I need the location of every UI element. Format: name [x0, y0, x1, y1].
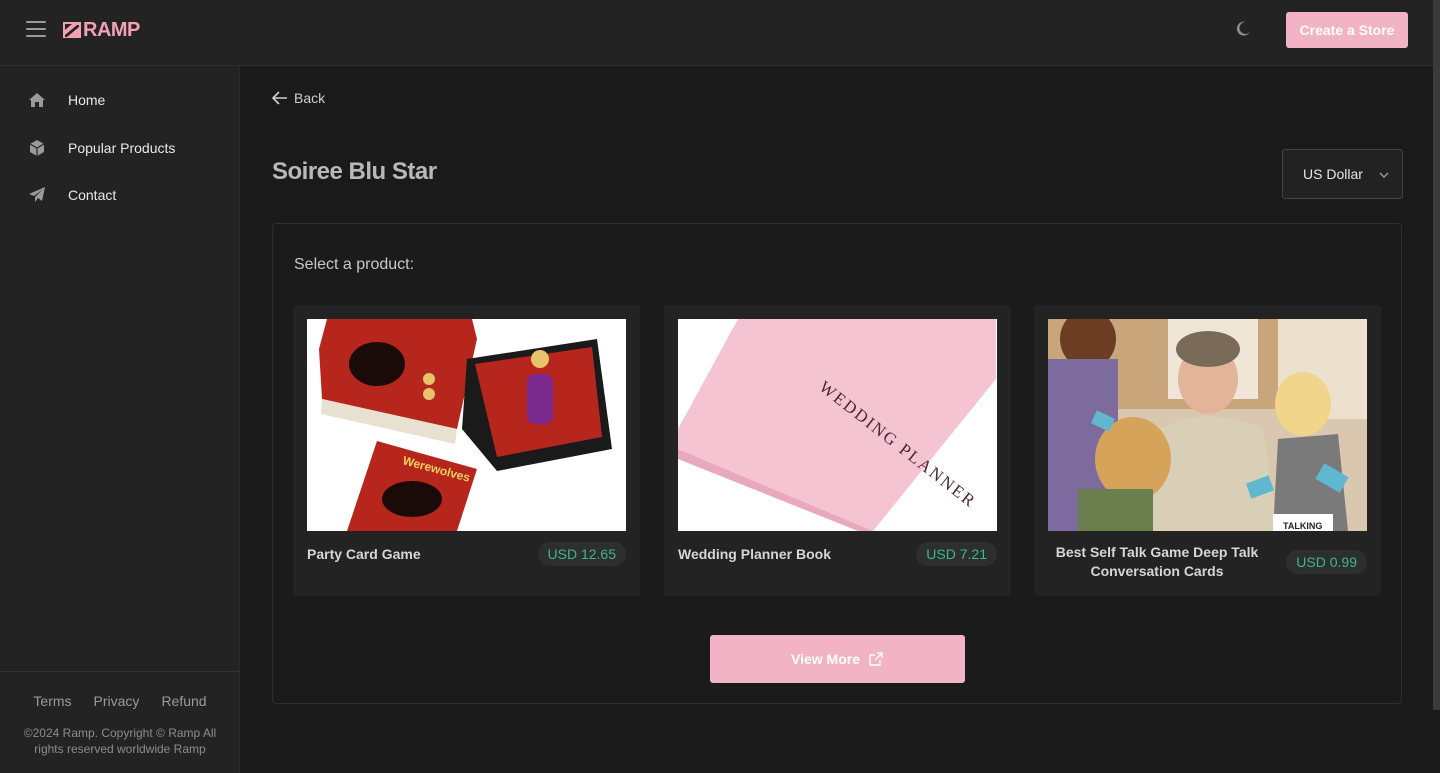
box-icon	[27, 138, 47, 158]
copyright-text: ©2024 Ramp. Copyright © Ramp All rights …	[23, 726, 217, 756]
sidebar-item-label: Popular Products	[68, 140, 176, 156]
arrow-left-icon	[272, 91, 287, 105]
view-more-label: View More	[791, 651, 860, 667]
external-link-icon	[869, 652, 883, 666]
page-scrollbar[interactable]	[1433, 0, 1440, 710]
top-bar: RAMP Create a Store	[0, 0, 1440, 66]
product-price: USD 0.99	[1286, 550, 1367, 574]
footer-links: Terms Privacy Refund	[0, 693, 240, 709]
paper-plane-icon	[27, 185, 47, 205]
product-image: WEDDING PLANNER	[678, 319, 997, 531]
product-name: Wedding Planner Book	[678, 546, 831, 562]
product-panel: Select a product: Werewolves Party Card …	[272, 223, 1402, 704]
brand-logo[interactable]: RAMP	[63, 19, 140, 41]
home-icon	[27, 90, 47, 110]
product-card[interactable]: TALKING Best Self Talk Game Deep Talk Co…	[1034, 305, 1381, 596]
select-product-label: Select a product:	[294, 256, 415, 273]
product-card[interactable]: WEDDING PLANNER Wedding Planner Book USD…	[664, 305, 1011, 596]
menu-icon[interactable]	[26, 21, 46, 39]
product-image: Werewolves	[307, 319, 626, 531]
product-name: Party Card Game	[307, 546, 421, 562]
create-store-button[interactable]: Create a Store	[1286, 12, 1408, 48]
product-price: USD 7.21	[916, 542, 997, 566]
box-label-text: TALKING	[1283, 521, 1322, 531]
sidebar-item-label: Contact	[68, 187, 117, 203]
ramp-logo-icon	[63, 22, 81, 38]
sidebar-item-label: Home	[68, 92, 106, 108]
currency-select[interactable]: US Dollar	[1282, 149, 1403, 199]
product-card[interactable]: Werewolves Party Card Game USD 12.65	[293, 305, 640, 596]
terms-link[interactable]: Terms	[33, 693, 71, 709]
refund-link[interactable]: Refund	[161, 693, 206, 709]
dark-mode-toggle-icon[interactable]	[1234, 20, 1252, 38]
page-title: Soiree Blu Star	[272, 158, 437, 185]
back-label: Back	[294, 90, 326, 106]
currency-value: US Dollar	[1303, 166, 1363, 182]
product-image: TALKING	[1048, 319, 1367, 531]
sidebar-item-contact[interactable]: Contact	[0, 175, 240, 215]
privacy-link[interactable]: Privacy	[94, 693, 140, 709]
brand-name: RAMP	[83, 18, 140, 41]
sidebar: Home Popular Products Contact Terms Priv…	[0, 66, 240, 773]
back-link[interactable]: Back	[272, 88, 325, 108]
sidebar-footer: Terms Privacy Refund ©2024 Ramp. Copyrig…	[0, 671, 240, 773]
sidebar-item-popular-products[interactable]: Popular Products	[0, 128, 240, 168]
sidebar-item-home[interactable]: Home	[0, 80, 240, 120]
product-name: Best Self Talk Game Deep Talk Conversati…	[1055, 544, 1259, 579]
view-more-button[interactable]: View More	[710, 635, 965, 683]
chevron-down-icon	[1379, 172, 1389, 178]
product-price: USD 12.65	[537, 542, 626, 566]
